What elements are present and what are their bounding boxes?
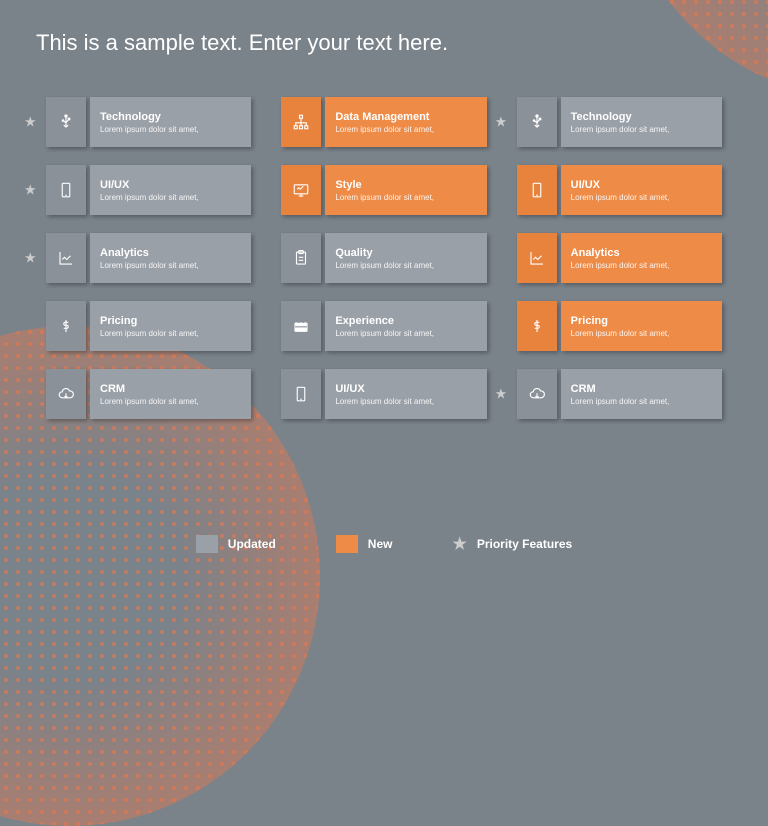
card-text: Style Lorem ipsum dolor sit amet,: [325, 165, 486, 215]
clipboard-icon: [281, 233, 321, 283]
legend-priority: ★ Priority Features: [452, 534, 572, 554]
star-icon: ★: [495, 114, 508, 131]
card-title: Analytics: [571, 247, 712, 259]
feature-card: Experience Lorem ipsum dolor sit amet,: [281, 301, 486, 351]
swatch-gray: [196, 535, 218, 553]
page-title: This is a sample text. Enter your text h…: [36, 30, 448, 56]
star-icon: ★: [24, 114, 37, 131]
legend: Updated New ★ Priority Features: [0, 534, 768, 554]
feature-card: UI/UX Lorem ipsum dolor sit amet,: [517, 165, 722, 215]
card-title: UI/UX: [335, 383, 476, 395]
card-title: Technology: [100, 111, 241, 123]
dollar-icon: [46, 301, 86, 351]
feature-card: Quality Lorem ipsum dolor sit amet,: [281, 233, 486, 283]
feature-card: UI/UX Lorem ipsum dolor sit amet,: [281, 369, 486, 419]
feature-card: Data Management Lorem ipsum dolor sit ame…: [281, 97, 486, 147]
card-text: Experience Lorem ipsum dolor sit amet,: [325, 301, 486, 351]
card-title: Technology: [571, 111, 712, 123]
card-title: UI/UX: [571, 179, 712, 191]
card-desc: Lorem ipsum dolor sit amet,: [571, 397, 712, 406]
phone-icon: [517, 165, 557, 215]
hierarchy-icon: [281, 97, 321, 147]
feature-card: Pricing Lorem ipsum dolor sit amet,: [46, 301, 251, 351]
card-desc: Lorem ipsum dolor sit amet,: [571, 125, 712, 134]
legend-updated: Updated: [196, 535, 276, 553]
cloud-icon: [517, 369, 557, 419]
monitor-icon: [281, 165, 321, 215]
chart-icon: [46, 233, 86, 283]
card-desc: Lorem ipsum dolor sit amet,: [571, 193, 712, 202]
card-desc: Lorem ipsum dolor sit amet,: [100, 329, 241, 338]
card-title: Experience: [335, 315, 476, 327]
card-title: UI/UX: [100, 179, 241, 191]
feature-card: ★AnalyticsLorem ipsum dolor sit amet,: [46, 233, 251, 283]
legend-new: New: [336, 535, 393, 553]
phone-icon: [281, 369, 321, 419]
feature-card: ★TechnologyLorem ipsum dolor sit amet,: [46, 97, 251, 147]
card-title: CRM: [100, 383, 241, 395]
feature-card: Pricing Lorem ipsum dolor sit amet,: [517, 301, 722, 351]
card-text: UI/UX Lorem ipsum dolor sit amet,: [90, 165, 251, 215]
card-desc: Lorem ipsum dolor sit amet,: [335, 329, 476, 338]
card-desc: Lorem ipsum dolor sit amet,: [335, 397, 476, 406]
card-desc: Lorem ipsum dolor sit amet,: [335, 193, 476, 202]
legend-priority-label: Priority Features: [477, 537, 572, 551]
card-desc: Lorem ipsum dolor sit amet,: [571, 329, 712, 338]
card-desc: Lorem ipsum dolor sit amet,: [335, 125, 476, 134]
card-title: Quality: [335, 247, 476, 259]
card-title: Pricing: [571, 315, 712, 327]
feature-card: Analytics Lorem ipsum dolor sit amet,: [517, 233, 722, 283]
feature-card: ★TechnologyLorem ipsum dolor sit amet,: [517, 97, 722, 147]
card-text: Analytics Lorem ipsum dolor sit amet,: [561, 233, 722, 283]
card-desc: Lorem ipsum dolor sit amet,: [100, 125, 241, 134]
feature-card: CRM Lorem ipsum dolor sit amet,: [46, 369, 251, 419]
card-text: Data Management Lorem ipsum dolor sit ame…: [325, 97, 486, 147]
swatch-orange: [336, 535, 358, 553]
card-text: Analytics Lorem ipsum dolor sit amet,: [90, 233, 251, 283]
card-title: Data Management: [335, 111, 476, 123]
card-title: Analytics: [100, 247, 241, 259]
star-icon: ★: [24, 182, 37, 199]
feature-card: ★UI/UXLorem ipsum dolor sit amet,: [46, 165, 251, 215]
card-desc: Lorem ipsum dolor sit amet,: [100, 193, 241, 202]
usb-icon: [46, 97, 86, 147]
card-text: Technology Lorem ipsum dolor sit amet,: [90, 97, 251, 147]
briefcase-icon: [281, 301, 321, 351]
card-desc: Lorem ipsum dolor sit amet,: [100, 261, 241, 270]
card-text: UI/UX Lorem ipsum dolor sit amet,: [561, 165, 722, 215]
star-icon: ★: [452, 534, 466, 554]
card-text: Pricing Lorem ipsum dolor sit amet,: [561, 301, 722, 351]
cloud-icon: [46, 369, 86, 419]
phone-icon: [46, 165, 86, 215]
card-desc: Lorem ipsum dolor sit amet,: [100, 397, 241, 406]
card-text: Pricing Lorem ipsum dolor sit amet,: [90, 301, 251, 351]
card-title: Pricing: [100, 315, 241, 327]
star-icon: ★: [495, 386, 508, 403]
feature-card: Style Lorem ipsum dolor sit amet,: [281, 165, 486, 215]
card-title: CRM: [571, 383, 712, 395]
card-text: UI/UX Lorem ipsum dolor sit amet,: [325, 369, 486, 419]
card-text: Technology Lorem ipsum dolor sit amet,: [561, 97, 722, 147]
legend-new-label: New: [368, 537, 393, 551]
dollar-icon: [517, 301, 557, 351]
feature-grid: ★TechnologyLorem ipsum dolor sit amet,Da…: [46, 97, 722, 419]
legend-updated-label: Updated: [228, 537, 276, 551]
card-title: Style: [335, 179, 476, 191]
card-text: CRM Lorem ipsum dolor sit amet,: [90, 369, 251, 419]
card-desc: Lorem ipsum dolor sit amet,: [571, 261, 712, 270]
card-desc: Lorem ipsum dolor sit amet,: [335, 261, 476, 270]
feature-card: ★CRMLorem ipsum dolor sit amet,: [517, 369, 722, 419]
decorative-dots-tr: [618, 0, 768, 100]
chart-icon: [517, 233, 557, 283]
usb-icon: [517, 97, 557, 147]
star-icon: ★: [24, 250, 37, 267]
card-text: CRM Lorem ipsum dolor sit amet,: [561, 369, 722, 419]
card-text: Quality Lorem ipsum dolor sit amet,: [325, 233, 486, 283]
